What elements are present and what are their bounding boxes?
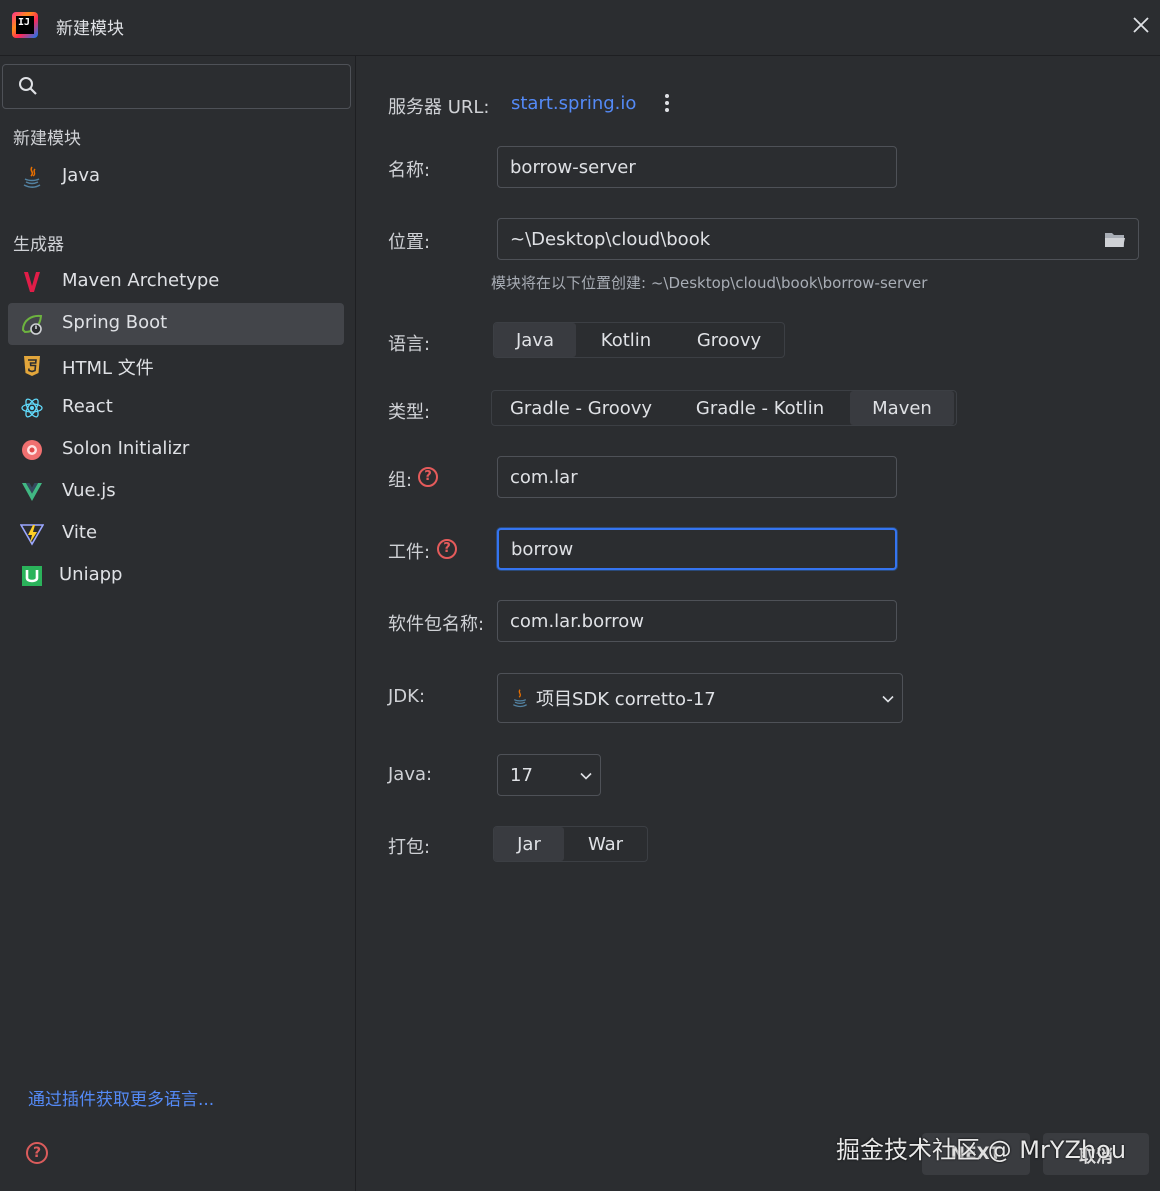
packaging-option-war[interactable]: War	[564, 827, 647, 861]
language-label: 语言:	[388, 334, 431, 355]
server-url-link[interactable]: start.spring.io	[511, 93, 636, 114]
language-selector: Java Kotlin Groovy	[493, 322, 785, 358]
type-label: 类型:	[388, 402, 431, 423]
name-input[interactable]	[510, 156, 896, 178]
vite-icon	[20, 524, 44, 546]
html5-icon	[24, 356, 40, 376]
intellij-logo-icon: IJ	[12, 12, 38, 38]
sidebar-item-label: Solon Initializr	[62, 438, 190, 459]
java-icon	[23, 166, 41, 188]
type-option-gradle-kotlin[interactable]: Gradle - Kotlin	[670, 391, 850, 425]
location-hint: 模块将在以下位置创建: ~\Desktop\cloud\book\borrow-…	[491, 274, 928, 292]
package-name-label: 软件包名称:	[388, 614, 485, 635]
uniapp-icon	[22, 566, 42, 586]
react-icon	[21, 398, 43, 418]
vue-icon	[22, 483, 42, 501]
chevron-down-icon	[882, 695, 894, 703]
artifact-field[interactable]	[497, 528, 897, 570]
sidebar-item-label: Spring Boot	[62, 312, 168, 333]
group-label: 组:	[388, 470, 413, 491]
packaging-selector: Jar War	[493, 826, 648, 862]
java-icon	[513, 689, 527, 708]
search-box[interactable]	[2, 64, 351, 109]
java-version-value: 17	[510, 764, 533, 786]
section-new-module: 新建模块	[13, 129, 81, 149]
watermark: 掘金技术社区 @ MrYZhou	[836, 1136, 1127, 1164]
name-label: 名称:	[388, 160, 431, 181]
jdk-label: JDK:	[388, 686, 426, 707]
close-icon	[1133, 17, 1149, 33]
language-option-groovy[interactable]: Groovy	[676, 323, 782, 357]
chevron-down-icon	[580, 772, 592, 780]
jdk-dropdown[interactable]: 项目SDK corretto-17	[497, 673, 903, 723]
search-input[interactable]	[47, 73, 337, 101]
packaging-label: 打包:	[388, 837, 431, 858]
type-option-gradle-groovy[interactable]: Gradle - Groovy	[492, 391, 670, 425]
location-label: 位置:	[388, 232, 431, 253]
title-bar: IJ 新建模块	[0, 0, 1160, 56]
sidebar-item-vite[interactable]: Vite	[8, 513, 344, 555]
window-title: 新建模块	[56, 19, 124, 39]
sidebar-item-spring-boot[interactable]: Spring Boot	[8, 303, 344, 345]
more-options-icon[interactable]	[663, 94, 671, 114]
location-input[interactable]	[510, 228, 1090, 250]
sidebar-item-label: Vite	[62, 522, 98, 543]
artifact-help-icon[interactable]: ?	[437, 539, 457, 559]
packaging-option-jar[interactable]: Jar	[494, 827, 564, 861]
spring-boot-icon	[21, 314, 43, 335]
section-generators: 生成器	[13, 235, 64, 255]
sidebar-item-maven-archetype[interactable]: Maven Archetype	[8, 261, 344, 303]
folder-icon[interactable]	[1104, 231, 1126, 249]
sidebar-item-solon[interactable]: Solon Initializr	[8, 429, 344, 471]
group-input[interactable]	[510, 466, 896, 488]
main-form: 服务器 URL: start.spring.io 名称: 位置: 模块将在以下位…	[357, 56, 1160, 1191]
sidebar-item-label: Maven Archetype	[62, 270, 220, 291]
sidebar: 新建模块 Java 生成器 Maven Archetype Spring Boo…	[0, 56, 356, 1191]
sidebar-item-label: Vue.js	[62, 480, 116, 501]
sidebar-item-label: React	[62, 396, 113, 417]
help-icon[interactable]: ?	[26, 1142, 48, 1164]
jdk-selected-value: 项目SDK corretto-17	[536, 689, 716, 710]
name-field[interactable]	[497, 146, 897, 188]
get-more-languages-link[interactable]: 通过插件获取更多语言...	[28, 1085, 214, 1110]
group-field[interactable]	[497, 456, 897, 498]
sidebar-item-html[interactable]: HTML 文件	[8, 345, 344, 387]
package-name-input[interactable]	[510, 610, 896, 632]
sidebar-item-label: Uniapp	[59, 564, 123, 585]
java-version-dropdown[interactable]: 17	[497, 754, 601, 796]
maven-icon	[24, 272, 40, 292]
sidebar-item-label: Java	[62, 165, 101, 186]
artifact-label: 工件:	[388, 542, 431, 563]
close-button[interactable]	[1126, 10, 1156, 40]
java-version-label: Java:	[388, 764, 433, 785]
language-option-java[interactable]: Java	[494, 323, 576, 357]
search-icon	[19, 77, 37, 95]
type-selector: Gradle - Groovy Gradle - Kotlin Maven	[491, 390, 957, 426]
location-field[interactable]	[497, 218, 1139, 260]
sidebar-item-react[interactable]: React	[8, 387, 344, 429]
artifact-input[interactable]	[511, 538, 895, 560]
sidebar-item-java[interactable]: Java	[8, 156, 344, 198]
package-name-field[interactable]	[497, 600, 897, 642]
language-option-kotlin[interactable]: Kotlin	[576, 323, 676, 357]
sidebar-item-vue[interactable]: Vue.js	[8, 471, 344, 513]
server-url-label: 服务器 URL:	[388, 97, 490, 118]
sidebar-item-label: HTML 文件	[62, 358, 154, 379]
group-help-icon[interactable]: ?	[418, 467, 438, 487]
type-option-maven[interactable]: Maven	[850, 391, 954, 425]
sidebar-item-uniapp[interactable]: Uniapp	[8, 555, 344, 597]
solon-icon	[22, 440, 42, 460]
